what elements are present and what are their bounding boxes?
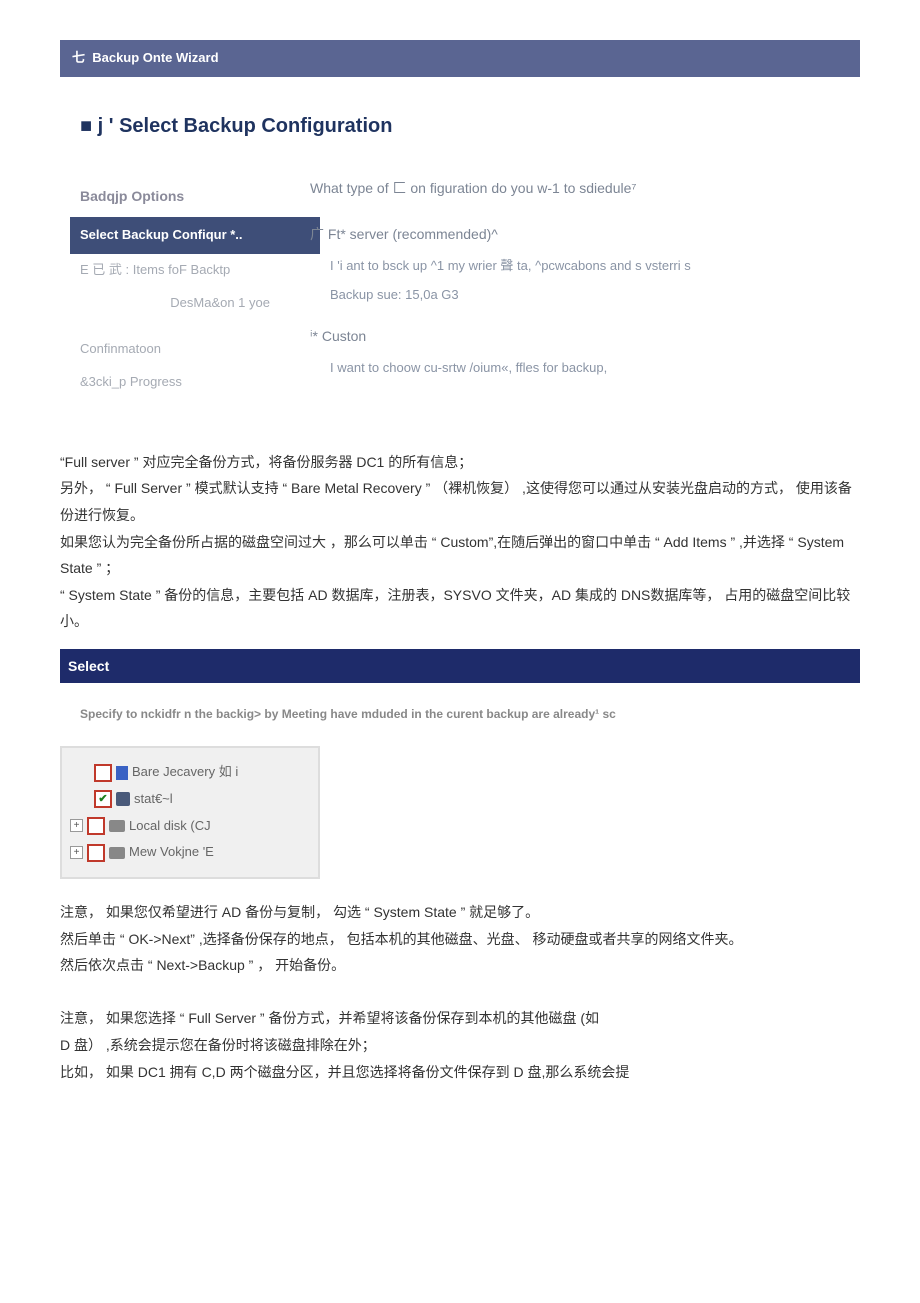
step-backup-options: Badqjp Options [80,175,310,218]
page-title: ■ j ' Select Backup Configuration [80,107,840,145]
full-server-desc-2: Backup sue: 15,0a G3 [330,283,840,308]
disk-icon [109,820,125,832]
step-select-backup-config[interactable]: Select Backup Conﬁqur *.. [70,217,320,254]
spacer [70,799,90,800]
spacer [70,772,90,773]
wizard-content: What type of 匚 on figuration do you w-1 … [310,175,840,399]
tree-item-label: stat€~l [134,787,173,812]
tree-item-system-state[interactable]: ✔ stat€~l [70,787,310,812]
checkbox-unchecked-icon[interactable] [87,844,105,862]
prose-line: 比如， 如果 DC1 拥有 C,D 两个磁盘分区，并且您选择将备份文件保存到 D… [60,1059,860,1086]
wizard-question: What type of 匚 on figuration do you w-1 … [310,175,840,202]
radio-custom[interactable]: ⁱ* Custon [310,323,840,350]
tree-item-label: Mew Vokjne 'E [129,840,214,865]
checkbox-unchecked-icon[interactable] [87,817,105,835]
section-header-select: Select [60,649,860,684]
prose-block-1: “Full server ” 对应完全备份方式，将备份服务器 DC1 的所有信息… [60,449,860,635]
expand-icon[interactable]: + [70,819,83,832]
prose-line: 注意， 如果您选择 “ Full Server ” 备份方式，并希望将该备份保存… [60,1005,860,1032]
prose-line: “Full server ” 对应完全备份方式，将备份服务器 DC1 的所有信息… [60,449,860,476]
step-items-for-backup: E 已 武 : Items foF Backtp [80,254,310,287]
step-list: Badqjp Options Select Backup Conﬁqur *..… [80,175,310,399]
expand-icon[interactable]: + [70,846,83,859]
radio-full-server[interactable]: 广 Ft* server (recommended)^ [310,221,840,248]
prose-line: “ System State ” 备份的信息，主要包括 AD 数据库，注册表，S… [60,582,860,635]
disk-icon [109,847,125,859]
wizard-body: ■ j ' Select Backup Configuration Badqjp… [60,77,860,439]
prose-line: D 盘） ,系统会提示您在备份时将该磁盘排除在外； [60,1032,860,1059]
step-confirmation: Confinmatoon [80,333,310,366]
wizard-titlebar: 七 ­ Backup Onte Wizard [60,40,860,77]
step-backup-progress: &3cki_p Progress [80,366,310,399]
full-server-desc-1: I 'i ant to bsck up ^1 my wrier 聲 ta, ^p… [330,254,840,279]
custom-desc: I want to choow cu-srtw /oium«, ffles fo… [330,356,840,381]
tree-item-new-volume-e[interactable]: + Mew Vokjne 'E [70,840,310,865]
select-instruction: Specify to nckidfr n the backig> by Meet… [60,683,860,736]
prose-block-2: 注意， 如果您仅希望进行 AD 备份与复制， 勾选 “ System State… [60,899,860,1085]
tree-item-local-disk-c[interactable]: + Local disk (CJ [70,814,310,839]
gear-icon [116,792,130,806]
items-tree: Bare Jecavery 如 i ✔ stat€~l + Local disk… [60,746,320,879]
prose-line: 如果您认为完全备份所占据的磁盘空间过大 ，那么可以单击 “ Custom”,在随… [60,529,860,582]
checkbox-unchecked-icon[interactable] [94,764,112,782]
prose-line: 另外， “ Full Server ” 模式默认支持 “ Bare Metal … [60,475,860,528]
wizard-window: 七 ­ Backup Onte Wizard ■ j ' Select Back… [60,40,860,439]
prose-line: 注意， 如果您仅希望进行 AD 备份与复制， 勾选 “ System State… [60,899,860,926]
shield-icon [116,766,128,780]
tree-item-bare-recovery[interactable]: Bare Jecavery 如 i [70,760,310,785]
prose-line: 然后依次点击 “ Next->Backup ” ， 开始备份。 [60,952,860,979]
tree-item-label: Local disk (CJ [129,814,211,839]
prose-line: 然后单击 “ OK->Next” ,选择备份保存的地点， 包括本机的其他磁盘、光… [60,926,860,953]
tree-item-label: Bare Jecavery 如 i [132,760,238,785]
step-destination: DesMa&on 1 yoe [80,287,310,320]
checkbox-checked-icon[interactable]: ✔ [94,790,112,808]
